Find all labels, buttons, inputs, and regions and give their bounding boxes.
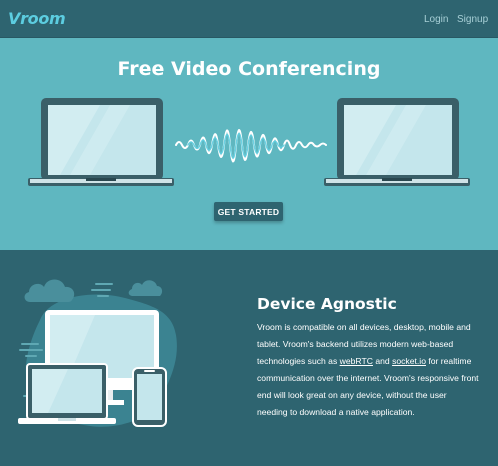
soundwave-icon [175,129,327,163]
socketio-link[interactable]: socket.io [392,356,426,366]
feature-text: and [372,356,393,366]
devices-illustration [18,279,177,427]
cloud-icon [24,279,75,302]
device-agnostic-section: Device Agnostic Vroom is compatible on a… [0,250,498,466]
feature-title: Device Agnostic [257,295,397,313]
cloud-icon [128,280,163,296]
video-call-illustration [28,98,470,186]
laptop-icon [324,98,470,186]
signup-link[interactable]: Signup [457,14,488,25]
laptop-icon [28,98,174,186]
top-navbar: Vroom Login Signup [0,0,498,38]
hero-section: Free Video Conferencing GET STARTED [0,38,498,250]
feature-description: Vroom is compatible on all devices, desk… [257,319,479,421]
brand-logo[interactable]: Vroom [8,9,66,28]
hero-title: Free Video Conferencing [117,58,381,80]
webrtc-link[interactable]: webRTC [340,356,373,366]
login-link[interactable]: Login [424,14,448,25]
get-started-button[interactable]: GET STARTED [214,202,283,221]
